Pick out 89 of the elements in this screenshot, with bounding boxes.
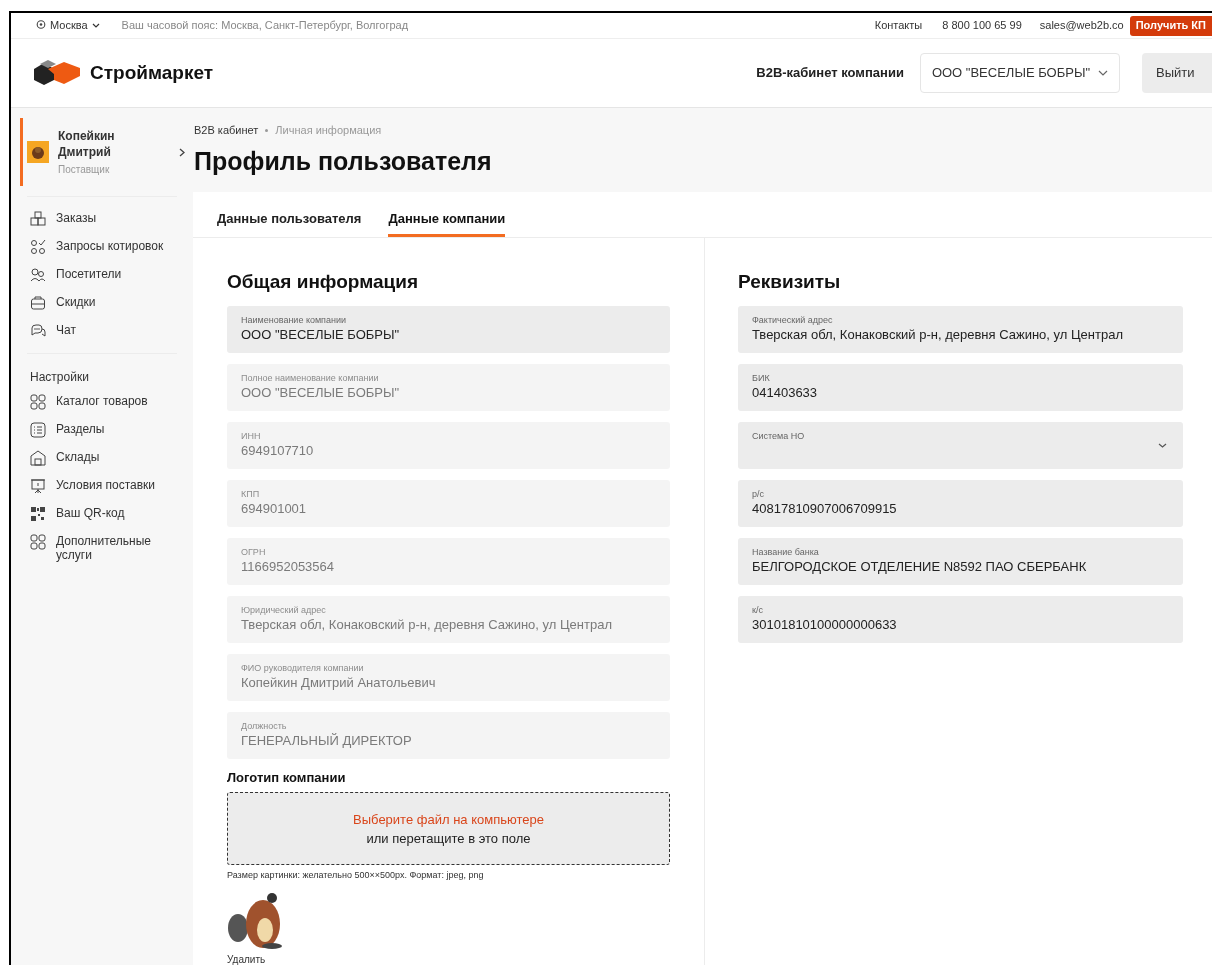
field-value: ООО "ВЕСЕЛЫЕ БОБРЫ" [241, 325, 400, 343]
sidebar-item[interactable]: Заказы [56, 211, 166, 225]
circles-check-icon [30, 239, 46, 255]
grid-icon [30, 534, 46, 550]
contacts-link[interactable]: Контакты [874, 17, 923, 34]
orders-boxes-icon [30, 211, 46, 227]
field-value: ООО "ВЕСЕЛЫЕ БОБРЫ" [241, 383, 400, 401]
presentation-board-icon [30, 478, 46, 494]
input-field[interactable]: БИК 041403633 [738, 363, 1183, 411]
file-drop-zone[interactable]: Выберите файл на компьютере или перетащите в это поле [227, 792, 670, 865]
user-profile-card[interactable]: Копейкин Дмитрий Поставщик [20, 118, 193, 186]
field-value: 30101810100000000633 [752, 615, 897, 633]
field-value: 40817810907006709915 [752, 499, 897, 517]
company-dropdown[interactable]: ООО "ВЕСЕЛЫЕ БОБРЫ" [919, 53, 1120, 93]
sidebar-item[interactable]: Каталог товаров [56, 394, 166, 408]
logo-text: Строймаркет [90, 60, 214, 85]
sidebar-item[interactable]: Ваш QR-код [56, 506, 166, 520]
field-value: 694901001 [241, 499, 307, 517]
field-label: ОГРН [241, 546, 266, 558]
input-field[interactable]: к/с 30101810100000000633 [738, 595, 1183, 643]
section-heading: Общая информация [227, 270, 420, 294]
sidebar-item[interactable]: Условия поставки [56, 478, 166, 492]
input-field[interactable]: Фактический адрес Тверская обл, Конаковский р-н, деревня Сажино, ул Централ [738, 305, 1183, 353]
field-label: ИНН [241, 430, 261, 442]
location-pin-icon [36, 20, 46, 31]
field-label: Юридический адрес [241, 604, 326, 616]
tab[interactable]: Данные пользователя [217, 208, 362, 237]
timezone-text: Ваш часовой пояс: Москва, Санкт-Петербург, Волгоград [121, 18, 409, 34]
field-label: КПП [241, 488, 260, 500]
avatar-icon [27, 141, 49, 163]
warehouse-icon [30, 450, 46, 466]
chevron-down-icon [1158, 442, 1167, 448]
field-value: Тверская обл, Конаковский р-н, деревня Сажино, ул Централ [241, 615, 612, 633]
section-heading: Реквизиты [738, 270, 842, 294]
chevron-down-icon [91, 23, 100, 28]
sidebar-item[interactable]: Запросы котировок [56, 239, 166, 253]
field-label: р/с [752, 488, 764, 500]
choose-file-link[interactable]: Выберите файл на компьютере [353, 809, 544, 829]
field-label: к/с [752, 604, 763, 616]
sidebar-item[interactable]: Дополнительные услуги [56, 534, 166, 562]
breadcrumb-link[interactable]: B2B кабинет [194, 122, 259, 139]
chat-bubbles-icon [30, 323, 46, 339]
field-label: Полное наименование компании [241, 372, 379, 384]
chevron-right-icon [179, 147, 185, 157]
sidebar-item[interactable]: Чат [56, 323, 166, 337]
drop-hint: или перетащите в это поле [366, 829, 531, 848]
phone-number: 8 800 100 65 99 [942, 18, 1022, 34]
tab[interactable]: Данные компании [388, 208, 506, 237]
breadcrumb-current: Личная информация [275, 123, 382, 138]
field-value: 6949107710 [241, 441, 314, 459]
briefcase-icon [30, 295, 46, 311]
user-role: Поставщик [58, 162, 111, 177]
field-label: Фактический адрес [752, 314, 833, 326]
sidebar-item[interactable]: Разделы [56, 422, 166, 436]
delete-link[interactable]: Удалить [227, 951, 266, 965]
get-offer-button[interactable]: Получить КП [1129, 15, 1212, 36]
input-field[interactable]: Название банка БЕЛГОРОДСКОЕ ОТДЕЛЕНИЕ N8592 ПАО СБЕРБАНК [738, 537, 1183, 585]
field-value: Тверская обл, Конаковский р-н, деревня Сажино, ул Централ [752, 325, 1123, 343]
people-icon [30, 267, 46, 283]
city-selector[interactable]: Москва [50, 17, 100, 34]
cabinet-label: B2B-кабинет компании [756, 64, 904, 83]
grid-icon [30, 394, 46, 410]
field-value: 1166952053564 [241, 557, 335, 575]
sidebar-item[interactable]: Скидки [56, 295, 166, 309]
logout-button[interactable]: Выйти [1142, 53, 1212, 93]
input-field[interactable]: р/с 40817810907006709915 [738, 479, 1183, 527]
settings-heading: Настройки [30, 369, 90, 386]
field-label: Система НО [752, 430, 805, 442]
field-label: Должность [241, 720, 287, 732]
field-value: Копейкин Дмитрий Анатольевич [241, 673, 436, 691]
sidebar-item[interactable]: Склады [56, 450, 166, 464]
field-label: Название банка [752, 546, 819, 558]
page-title: Профиль пользователя [194, 145, 493, 177]
sidebar-item[interactable]: Посетители [56, 267, 166, 281]
field-label: Наименование компании [241, 314, 347, 326]
logo-upload-heading: Логотип компании [227, 768, 347, 787]
qr-code-icon [30, 506, 46, 522]
chevron-down-icon [1098, 70, 1108, 76]
email-link[interactable]: sales@web2b.co [1039, 17, 1124, 34]
user-name: Копейкин Дмитрий [58, 127, 116, 160]
field-value: БЕЛГОРОДСКОЕ ОТДЕЛЕНИЕ N8592 ПАО СБЕРБАНК [752, 557, 1087, 575]
image-size-note: Размер картинки: желательно 500××500px. Формат: jpeg, png [227, 869, 485, 882]
input-field[interactable]: Наименование компании ООО "ВЕСЕЛЫЕ БОБРЫ" [227, 305, 670, 353]
field-label: ФИО руководителя компании [241, 662, 364, 674]
logo-icon [34, 60, 80, 86]
field-value: 041403633 [752, 383, 818, 401]
dropdown-field[interactable]: Система НО [738, 421, 1183, 469]
list-icon [30, 422, 46, 438]
field-label: БИК [752, 372, 770, 384]
